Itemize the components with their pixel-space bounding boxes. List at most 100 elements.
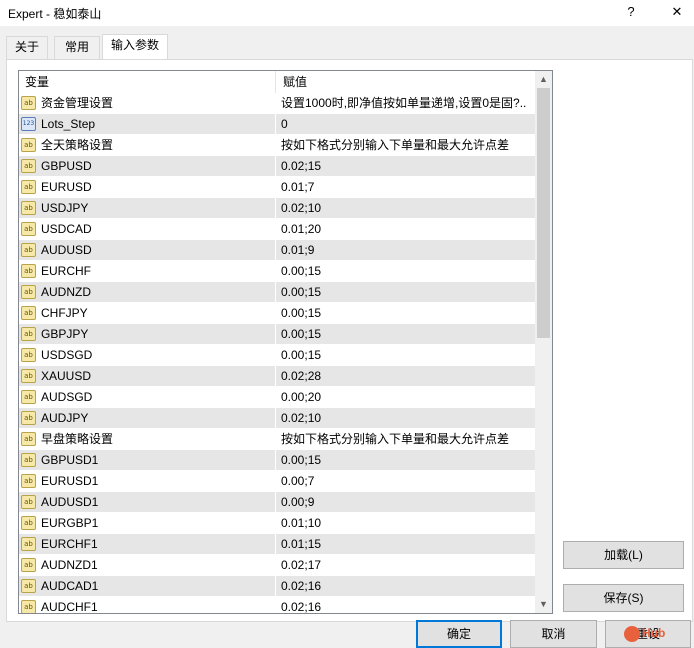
table-row[interactable]: ab USDSGD 0.00;15	[19, 345, 535, 366]
variable-name: USDJPY	[41, 201, 89, 215]
variable-name: EURCHF	[41, 264, 91, 278]
variable-value[interactable]: 0.00;15	[281, 345, 531, 366]
variable-name: 早盘策略设置	[41, 432, 114, 446]
table-row[interactable]: ab EURGBP1 0.01;10	[19, 513, 535, 534]
table-row[interactable]: ab EURCHF 0.00;15	[19, 261, 535, 282]
table-row[interactable]: ab GBPUSD1 0.00;15	[19, 450, 535, 471]
table-row[interactable]: ab EURUSD1 0.00;7	[19, 471, 535, 492]
variable-value[interactable]: 0.01;10	[281, 513, 531, 534]
variable-value[interactable]: 按如下格式分别输入下单量和最大允许点差	[281, 135, 531, 156]
cell-divider	[275, 282, 276, 303]
column-divider[interactable]	[275, 71, 276, 93]
variable-name: AUDCAD1	[41, 579, 99, 593]
help-button[interactable]: ?	[616, 2, 646, 22]
variable-value[interactable]: 0.02;28	[281, 366, 531, 387]
column-header-value[interactable]: 赋值	[277, 71, 307, 93]
table-row[interactable]: ab EURCHF1 0.01;15	[19, 534, 535, 555]
scroll-up-icon[interactable]: ▲	[535, 71, 552, 88]
column-header-variable[interactable]: 变量	[19, 71, 49, 93]
table-row[interactable]: ab GBPUSD 0.02;15	[19, 156, 535, 177]
variable-value[interactable]: 0.00;15	[281, 261, 531, 282]
cell-divider	[275, 555, 276, 576]
variable-value[interactable]: 0.02;16	[281, 576, 531, 597]
string-type-icon: ab	[21, 138, 36, 152]
variable-name: EURUSD1	[41, 474, 99, 488]
scroll-thumb[interactable]	[537, 88, 550, 338]
ok-button[interactable]: 确定	[416, 620, 502, 648]
table-row[interactable]: ab 早盘策略设置 按如下格式分别输入下单量和最大允许点差	[19, 429, 535, 450]
variable-value[interactable]: 0.01;9	[281, 240, 531, 261]
table-row[interactable]: ab AUDUSD1 0.00;9	[19, 492, 535, 513]
cell-divider	[275, 576, 276, 597]
variable-value[interactable]: 0.01;20	[281, 219, 531, 240]
table-row[interactable]: ab AUDCAD1 0.02;16	[19, 576, 535, 597]
table-row[interactable]: ab AUDCHF1 0.02;16	[19, 597, 535, 614]
table-row[interactable]: ab USDCAD 0.01;20	[19, 219, 535, 240]
cancel-button[interactable]: 取消	[510, 620, 597, 648]
string-type-icon: ab	[21, 516, 36, 530]
tab-about[interactable]: 关于	[6, 36, 48, 59]
variable-name: 资金管理设置	[41, 96, 114, 110]
title-bar: Expert - 稳如泰山 ? ✕	[0, 0, 694, 26]
table-row[interactable]: ab AUDJPY 0.02;10	[19, 408, 535, 429]
table-row[interactable]: ab EURUSD 0.01;7	[19, 177, 535, 198]
cell-divider	[275, 114, 276, 135]
load-button[interactable]: 加载(L)	[563, 541, 684, 569]
string-type-icon: ab	[21, 453, 36, 467]
variable-value[interactable]: 0.02;10	[281, 198, 531, 219]
variable-name: 全天策略设置	[41, 138, 114, 152]
table-row[interactable]: ab AUDNZD1 0.02;17	[19, 555, 535, 576]
variable-value[interactable]: 0.00;15	[281, 450, 531, 471]
table-row[interactable]: 123 Lots_Step 0	[19, 114, 535, 135]
variable-name: AUDJPY	[41, 411, 89, 425]
table-row[interactable]: ab 全天策略设置 按如下格式分别输入下单量和最大允许点差	[19, 135, 535, 156]
variable-value[interactable]: 0.00;9	[281, 492, 531, 513]
string-type-icon: ab	[21, 369, 36, 383]
variable-value[interactable]: 0.00;7	[281, 471, 531, 492]
variable-value[interactable]: 0.02;15	[281, 156, 531, 177]
variable-value[interactable]: 0.00;20	[281, 387, 531, 408]
table-row[interactable]: ab AUDUSD 0.01;9	[19, 240, 535, 261]
table-row[interactable]: ab GBPJPY 0.00;15	[19, 324, 535, 345]
table-row[interactable]: ab CHFJPY 0.00;15	[19, 303, 535, 324]
variable-name: EURCHF1	[41, 537, 98, 551]
cell-divider	[275, 387, 276, 408]
variable-value[interactable]: 0.02;16	[281, 597, 531, 613]
variable-name: AUDCHF1	[41, 600, 98, 614]
vertical-scrollbar[interactable]: ▲ ▼	[535, 71, 552, 613]
variable-name: GBPJPY	[41, 327, 89, 341]
table-row[interactable]: ab 资金管理设置 设置1000时,即净值按如单量递增,设置0是固?..	[19, 93, 535, 114]
tab-inputs[interactable]: 输入参数	[102, 34, 168, 59]
cell-divider	[275, 93, 276, 114]
variable-value[interactable]: 0.02;10	[281, 408, 531, 429]
string-type-icon: ab	[21, 327, 36, 341]
string-type-icon: ab	[21, 201, 36, 215]
variable-name: CHFJPY	[41, 306, 88, 320]
string-type-icon: ab	[21, 474, 36, 488]
table-row[interactable]: ab USDJPY 0.02;10	[19, 198, 535, 219]
string-type-icon: ab	[21, 180, 36, 194]
cell-divider	[275, 303, 276, 324]
variable-value[interactable]: 0.01;15	[281, 534, 531, 555]
table-row[interactable]: ab AUDSGD 0.00;20	[19, 387, 535, 408]
variable-name: AUDSGD	[41, 390, 93, 404]
variable-value[interactable]: 0.02;17	[281, 555, 531, 576]
close-button[interactable]: ✕	[662, 2, 692, 22]
variable-name: XAUUSD	[41, 369, 92, 383]
string-type-icon: ab	[21, 558, 36, 572]
variable-value[interactable]: 0.00;15	[281, 282, 531, 303]
variable-value[interactable]: 0.00;15	[281, 324, 531, 345]
scroll-down-icon[interactable]: ▼	[535, 596, 552, 613]
variable-name: USDSGD	[41, 348, 93, 362]
variable-value[interactable]: 按如下格式分别输入下单量和最大允许点差	[281, 429, 531, 450]
cell-divider	[275, 366, 276, 387]
variable-value[interactable]: 0	[281, 114, 531, 135]
table-row[interactable]: ab AUDNZD 0.00;15	[19, 282, 535, 303]
save-button[interactable]: 保存(S)	[563, 584, 684, 612]
cell-divider	[275, 471, 276, 492]
table-row[interactable]: ab XAUUSD 0.02;28	[19, 366, 535, 387]
variable-value[interactable]: 设置1000时,即净值按如单量递增,设置0是固?..	[281, 93, 531, 114]
tab-common[interactable]: 常用	[54, 36, 100, 59]
variable-value[interactable]: 0.00;15	[281, 303, 531, 324]
variable-value[interactable]: 0.01;7	[281, 177, 531, 198]
